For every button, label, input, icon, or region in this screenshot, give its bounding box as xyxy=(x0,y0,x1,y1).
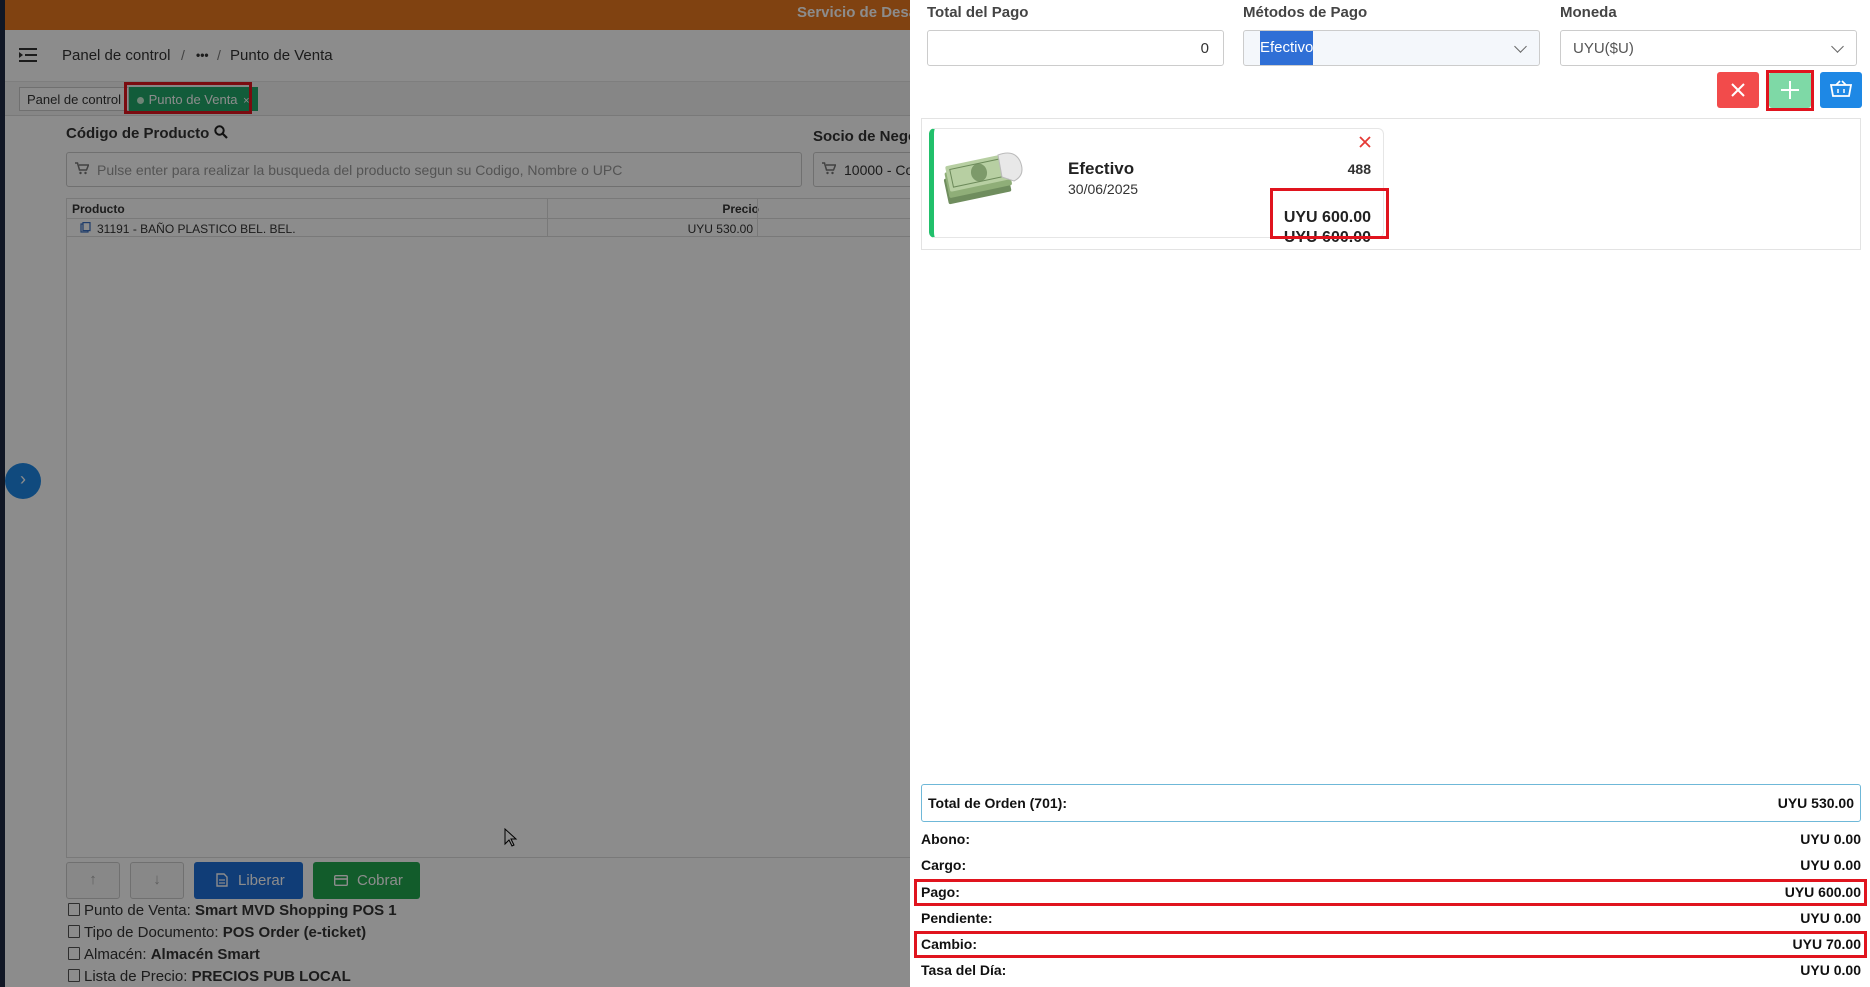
summary-label: Pendiente: xyxy=(921,910,993,926)
payment-method-select[interactable]: Efectivo xyxy=(1243,30,1540,66)
summary-value: UYU 600.00 xyxy=(1784,884,1861,900)
payment-amount-converted: UYU 600.00 xyxy=(1283,229,1371,246)
chevron-down-icon xyxy=(1831,40,1844,53)
currency-value: UYU($U) xyxy=(1573,40,1634,57)
payment-method-label: Métodos de Pago xyxy=(1243,4,1368,21)
summary-row-abono: Abono: UYU 0.00 xyxy=(921,828,1861,850)
summary-label: Cambio: xyxy=(921,936,977,952)
payments-list: Efectivo 30/06/2025 488 UYU 600.00 UYU 6… xyxy=(921,118,1861,250)
summary-label: Tasa del Día: xyxy=(921,962,1007,978)
order-total-value: UYU 530.00 xyxy=(1777,795,1854,811)
summary-value: UYU 0.00 xyxy=(1800,910,1861,926)
remove-payment-icon[interactable] xyxy=(1357,134,1373,150)
payment-total-value: 0 xyxy=(1200,40,1209,57)
currency-label: Moneda xyxy=(1560,4,1617,21)
payment-amount: UYU 600.00 xyxy=(1283,209,1371,226)
summary-row-cambio: Cambio: UYU 70.00 xyxy=(921,933,1861,955)
add-payment-button[interactable] xyxy=(1769,72,1811,108)
payment-card[interactable]: Efectivo 30/06/2025 488 UYU 600.00 UYU 6… xyxy=(929,128,1384,246)
summary-value: UYU 0.00 xyxy=(1800,857,1861,873)
cancel-payment-button[interactable] xyxy=(1717,72,1759,108)
payment-method-name: Efectivo xyxy=(1068,159,1135,178)
summary-row-tasa: Tasa del Día: UYU 0.00 xyxy=(921,959,1861,981)
summary-row-pendiente: Pendiente: UYU 0.00 xyxy=(921,907,1861,929)
summary-label: Cargo: xyxy=(921,857,967,873)
shopping-basket-icon xyxy=(1830,80,1852,97)
order-total-label: Total de Orden (701): xyxy=(928,795,1067,811)
payment-total-input[interactable]: 0 xyxy=(927,30,1224,66)
cash-money-icon xyxy=(943,152,1023,205)
currency-select[interactable]: UYU($U) xyxy=(1560,30,1857,66)
summary-label: Abono: xyxy=(921,831,970,847)
summary-value: UYU 0.00 xyxy=(1800,962,1861,978)
checkout-cart-button[interactable] xyxy=(1820,72,1862,108)
plus-icon xyxy=(1781,81,1799,99)
payment-date: 30/06/2025 xyxy=(1068,181,1139,197)
modal-backdrop[interactable] xyxy=(0,0,910,987)
chevron-down-icon xyxy=(1514,40,1527,53)
summary-row-pago: Pago: UYU 600.00 xyxy=(921,881,1861,903)
summary-value: UYU 0.00 xyxy=(1800,831,1861,847)
payment-number: 488 xyxy=(1347,161,1371,177)
summary-label: Pago: xyxy=(921,884,960,900)
close-icon xyxy=(1731,83,1745,97)
payment-method-value: Efectivo xyxy=(1260,31,1314,65)
payment-drawer: Total del Pago 0 Métodos de Pago Efectiv… xyxy=(910,0,1870,987)
summary-row-cargo: Cargo: UYU 0.00 xyxy=(921,854,1861,876)
order-total-box: Total de Orden (701): UYU 530.00 xyxy=(921,784,1861,822)
payment-total-label: Total del Pago xyxy=(927,4,1029,21)
summary-value: UYU 70.00 xyxy=(1792,936,1861,952)
